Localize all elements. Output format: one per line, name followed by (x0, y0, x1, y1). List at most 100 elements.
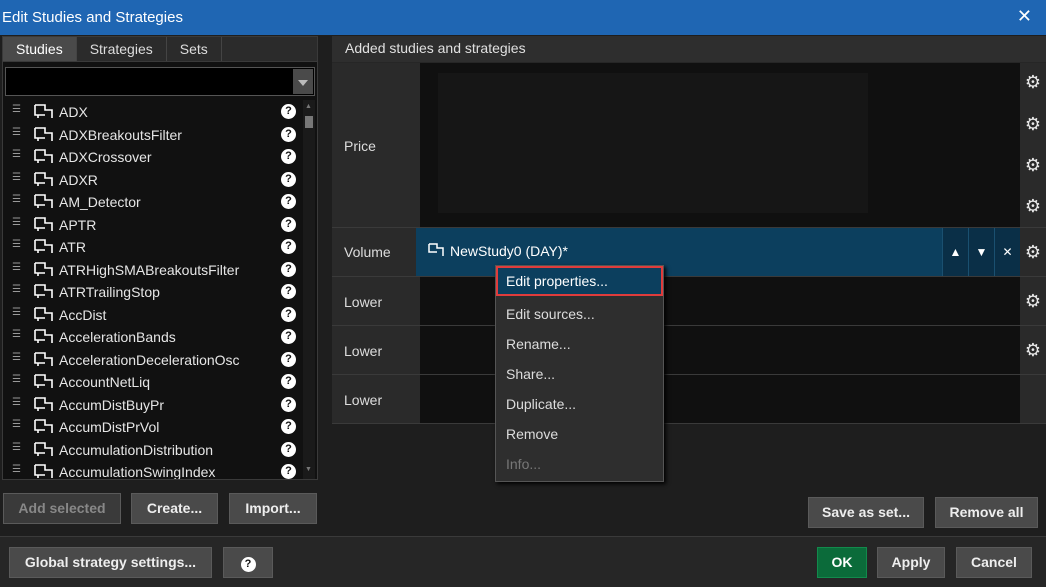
drag-handle-icon[interactable]: ☰ (12, 352, 21, 363)
gear-icon[interactable]: ⚙ (1024, 73, 1042, 91)
study-icon (34, 239, 53, 253)
help-icon[interactable]: ? (281, 126, 296, 142)
ok-button[interactable]: OK (817, 547, 867, 578)
drag-handle-icon[interactable]: ☰ (12, 374, 21, 385)
study-name: AccelerationDecelerationOsc (59, 351, 240, 368)
scroll-down-icon[interactable]: ▼ (305, 466, 312, 473)
drag-handle-icon[interactable]: ☰ (12, 442, 21, 453)
list-item[interactable]: ☰ AccelerationDecelerationOsc? (3, 349, 301, 371)
drag-handle-icon[interactable]: ☰ (12, 307, 21, 318)
list-item[interactable]: ☰ AccumDistPrVol? (3, 416, 301, 438)
remove-all-button[interactable]: Remove all (935, 497, 1038, 528)
help-icon[interactable]: ? (281, 104, 296, 119)
scroll-up-icon[interactable]: ▲ (305, 103, 312, 110)
studies-panel: Studies Strategies Sets ☰ ADX? ☰ ADXBreakou… (2, 36, 318, 480)
menu-item-edit-sources[interactable]: Edit sources... (496, 299, 663, 329)
import-button[interactable]: Import... (229, 493, 317, 524)
close-icon[interactable]: ✕ (1017, 6, 1032, 27)
study-name: ADXR (59, 171, 98, 188)
study-name: AccDist (59, 306, 107, 323)
chevron-down-icon[interactable] (293, 69, 313, 94)
drag-handle-icon[interactable]: ☰ (12, 194, 21, 205)
help-icon[interactable]: ? (281, 171, 296, 187)
help-icon[interactable]: ? (281, 419, 296, 434)
move-down-button[interactable]: ▼ (968, 228, 994, 276)
list-item[interactable]: ☰ AccumDistBuyPr? (3, 394, 301, 416)
drag-handle-icon[interactable]: ☰ (12, 284, 21, 295)
help-icon[interactable]: ? (281, 351, 296, 367)
menu-item-rename[interactable]: Rename... (496, 329, 663, 359)
drag-handle-icon[interactable]: ☰ (12, 239, 21, 250)
drag-handle-icon[interactable]: ☰ (12, 329, 21, 340)
drag-handle-icon[interactable]: ☰ (12, 464, 21, 475)
menu-item-info[interactable]: Info... (496, 449, 663, 479)
scrollbar[interactable]: ▲ ▼ (303, 100, 315, 479)
list-item[interactable]: ☰ AccumulationDistribution? (3, 439, 301, 461)
save-as-set-button[interactable]: Save as set... (808, 497, 924, 528)
list-item[interactable]: ☰ ATR? (3, 236, 301, 258)
drag-handle-icon[interactable]: ☰ (12, 172, 21, 183)
list-item[interactable]: ☰ ADXCrossover? (3, 146, 301, 168)
help-icon[interactable]: ? (281, 306, 296, 322)
tab-studies[interactable]: Studies (3, 37, 77, 61)
list-item[interactable]: ☰ AccountNetLiq? (3, 371, 301, 393)
list-item[interactable]: ☰ AccelerationBands? (3, 326, 301, 348)
drag-handle-icon[interactable]: ☰ (12, 149, 21, 160)
study-name: ATRHighSMABreakoutsFilter (59, 261, 240, 278)
help-icon[interactable]: ? (281, 149, 296, 164)
help-icon[interactable]: ? (281, 374, 296, 389)
apply-button[interactable]: Apply (877, 547, 945, 578)
list-item[interactable]: ☰ ATRTrailingStop? (3, 281, 301, 303)
global-strategy-settings-button[interactable]: Global strategy settings... (9, 547, 212, 578)
scroll-thumb[interactable] (305, 116, 313, 128)
study-icon (34, 329, 53, 343)
list-item[interactable]: ☰ ADX? (3, 101, 301, 123)
help-icon[interactable]: ? (281, 239, 296, 254)
help-icon[interactable]: ? (281, 329, 296, 344)
gear-icon[interactable]: ⚙ (1024, 156, 1042, 174)
list-item[interactable]: ☰ AM_Detector? (3, 191, 301, 213)
list-item[interactable]: ☰ ADXBreakoutsFilter? (3, 124, 301, 146)
list-item[interactable]: ☰ ATRHighSMABreakoutsFilter? (3, 259, 301, 281)
gear-icon[interactable]: ⚙ (1024, 341, 1042, 359)
menu-item-edit-properties[interactable]: Edit properties... (496, 266, 663, 296)
help-icon[interactable]: ? (281, 464, 296, 479)
drag-handle-icon[interactable]: ☰ (12, 217, 21, 228)
tab-sets[interactable]: Sets (167, 37, 222, 61)
list-item[interactable]: ☰ ADXR? (3, 169, 301, 191)
list-item[interactable]: ☰ AccumulationSwingIndex? (3, 461, 301, 479)
add-selected-button[interactable]: Add selected (3, 493, 121, 524)
drag-handle-icon[interactable]: ☰ (12, 397, 21, 408)
menu-item-duplicate[interactable]: Duplicate... (496, 389, 663, 419)
tab-strategies[interactable]: Strategies (77, 37, 167, 61)
search-input[interactable] (5, 67, 315, 96)
help-icon[interactable]: ? (281, 284, 296, 299)
move-up-button[interactable]: ▲ (942, 228, 968, 276)
drag-handle-icon[interactable]: ☰ (12, 127, 21, 138)
gear-icon[interactable]: ⚙ (1024, 115, 1042, 133)
help-button[interactable]: ? (223, 547, 273, 578)
help-icon[interactable]: ? (281, 261, 296, 277)
create-button[interactable]: Create... (131, 493, 218, 524)
help-icon[interactable]: ? (281, 396, 296, 412)
row-label: Price (344, 138, 376, 154)
study-name: ATR (59, 239, 86, 255)
drag-handle-icon[interactable]: ☰ (12, 104, 21, 115)
help-icon[interactable]: ? (281, 441, 296, 457)
help-icon[interactable]: ? (281, 194, 296, 209)
gear-icon[interactable]: ⚙ (1024, 197, 1042, 215)
menu-item-share[interactable]: Share... (496, 359, 663, 389)
menu-item-remove[interactable]: Remove (496, 419, 663, 449)
help-icon[interactable]: ? (281, 216, 296, 232)
price-study-area[interactable] (420, 63, 1020, 227)
delete-study-button[interactable]: ✕ (994, 228, 1020, 276)
list-item[interactable]: ☰ APTR? (3, 214, 301, 236)
drag-handle-icon[interactable]: ☰ (12, 262, 21, 273)
study-icon (34, 306, 53, 321)
study-icon (34, 104, 53, 118)
drag-handle-icon[interactable]: ☰ (12, 419, 21, 430)
list-item[interactable]: ☰ AccDist? (3, 304, 301, 326)
gear-icon[interactable]: ⚙ (1024, 243, 1042, 261)
gear-icon[interactable]: ⚙ (1024, 292, 1042, 310)
cancel-button[interactable]: Cancel (956, 547, 1032, 578)
